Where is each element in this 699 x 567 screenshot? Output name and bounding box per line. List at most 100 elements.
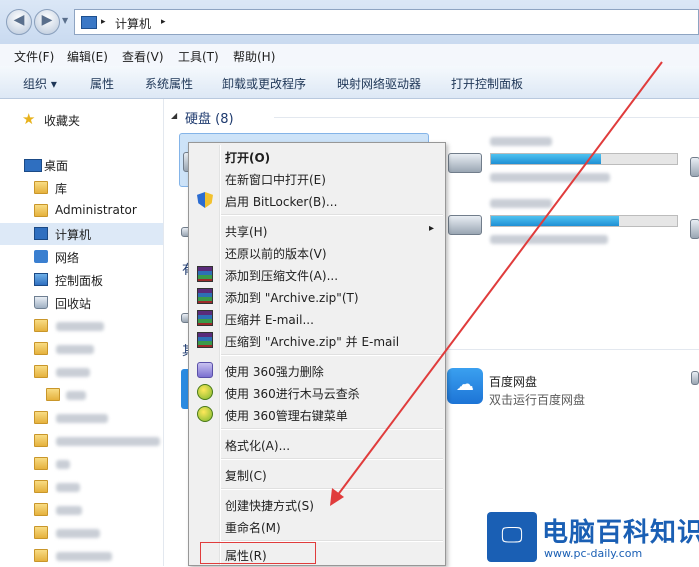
menu-add-archive[interactable]: 添加到压缩文件(A)...	[191, 263, 443, 285]
menu-360-delete[interactable]: 使用 360强力删除	[191, 359, 443, 381]
menu-format[interactable]: 格式化(A)...	[191, 433, 443, 455]
menu-restore-previous[interactable]: 还原以前的版本(V)	[191, 241, 443, 263]
uninstall-program-button[interactable]: 卸载或更改程序	[222, 75, 306, 92]
open-control-panel-button[interactable]: 打开控制面板	[451, 75, 523, 92]
menu-copy[interactable]: 复制(C)	[191, 463, 443, 485]
nav-administrator[interactable]: Administrator	[0, 200, 163, 222]
properties-button[interactable]: 属性	[90, 75, 114, 92]
map-network-drive-button[interactable]: 映射网络驱动器	[337, 75, 421, 92]
folder-icon	[34, 365, 48, 378]
menu-bitlocker-label: 启用 BitLocker(B)...	[225, 195, 338, 209]
recent-pages-icon[interactable]: ▼	[62, 16, 68, 25]
menu-360-scan[interactable]: 使用 360进行木马云查杀	[191, 381, 443, 403]
back-button[interactable]: ◀	[6, 9, 32, 35]
nav-folder-item[interactable]	[0, 430, 163, 452]
menu-rename[interactable]: 重命名(M)	[191, 515, 443, 537]
menu-format-label: 格式化(A)...	[225, 439, 291, 453]
address-bar-area: ◀ ▶ ▼ ▸ 计算机 ▸	[0, 0, 699, 44]
nav-library[interactable]: 库	[0, 177, 163, 199]
360-shredder-icon	[197, 362, 213, 378]
menu-360-scan-label: 使用 360进行木马云查杀	[225, 387, 360, 401]
system-properties-button[interactable]: 系统属性	[145, 75, 193, 92]
watermark-logo: 🖵 电脑百科知识 www.pc-daily.com	[487, 508, 699, 566]
blurred-label	[56, 437, 160, 446]
nav-control-panel[interactable]: 控制面板	[0, 269, 163, 291]
section-divider	[444, 349, 699, 350]
organize-button[interactable]: 组织 ▾	[23, 75, 57, 92]
nav-folder-item[interactable]	[0, 545, 163, 567]
menu-rename-label: 重命名(M)	[225, 521, 281, 535]
nav-folder-item[interactable]	[0, 522, 163, 544]
menu-create-shortcut[interactable]: 创建快捷方式(S)	[191, 493, 443, 515]
collapse-icon[interactable]: ◢	[171, 111, 177, 120]
nav-folder-item[interactable]	[0, 476, 163, 498]
nav-folder-item[interactable]	[0, 407, 163, 429]
folder-icon	[46, 388, 60, 401]
winrar-icon	[197, 266, 213, 282]
drive-usage-bar	[490, 153, 678, 165]
menu-360-manage[interactable]: 使用 360管理右键菜单	[191, 403, 443, 425]
submenu-arrow-icon: ▸	[429, 223, 435, 234]
folder-icon	[34, 342, 48, 355]
nav-recycle-bin[interactable]: 回收站	[0, 292, 163, 314]
menu-edit[interactable]: 编辑(E)	[67, 48, 108, 65]
baidu-cloud-icon: ☁	[447, 368, 483, 404]
nav-folder-item[interactable]	[0, 453, 163, 475]
baidu-title: 百度网盘	[489, 375, 538, 389]
menu-view[interactable]: 查看(V)	[122, 48, 164, 65]
nav-computer[interactable]: 计算机	[0, 223, 163, 245]
hard-disks-header[interactable]: 硬盘 (8)	[185, 108, 234, 127]
menu-share[interactable]: 共享(H) ▸	[191, 219, 443, 241]
menu-compress-email[interactable]: 压缩并 E-mail...	[191, 307, 443, 329]
computer-icon	[81, 16, 97, 29]
menu-bar: 文件(F) 编辑(E) 查看(V) 工具(T) 帮助(H)	[0, 44, 699, 67]
drive-tile[interactable]	[446, 133, 686, 187]
drive-icon-partial	[690, 157, 699, 177]
nav-network[interactable]: 网络	[0, 246, 163, 268]
drive-icon-partial	[690, 219, 699, 239]
menu-help[interactable]: 帮助(H)	[233, 48, 275, 65]
nav-folder-item[interactable]	[0, 338, 163, 360]
menu-add-zip[interactable]: 添加到 "Archive.zip"(T)	[191, 285, 443, 307]
nav-favorites-label: 收藏夹	[44, 114, 81, 128]
menu-open[interactable]: 打开(O)	[191, 145, 443, 167]
forward-button[interactable]: ▶	[34, 9, 60, 35]
nav-desktop[interactable]: 桌面	[0, 154, 163, 176]
computer-icon	[34, 227, 48, 240]
address-input[interactable]: ▸ 计算机 ▸	[74, 9, 699, 35]
breadcrumb-computer[interactable]: 计算机	[115, 15, 151, 32]
menu-share-label: 共享(H)	[225, 225, 268, 239]
desktop-icon	[24, 159, 42, 172]
nav-folder-item[interactable]	[0, 315, 163, 337]
drive-tile[interactable]	[446, 195, 686, 249]
breadcrumb-chevron[interactable]: ▸	[161, 17, 166, 27]
recycle-bin-icon	[34, 296, 48, 309]
menu-add-zip-label: 添加到 "Archive.zip"(T)	[225, 291, 359, 305]
folder-icon	[34, 549, 48, 562]
back-arrow-icon: ◀	[13, 12, 25, 28]
blurred-label	[56, 460, 70, 469]
menu-separator	[221, 214, 443, 216]
menu-separator	[221, 428, 443, 430]
nav-folder-item[interactable]	[0, 499, 163, 521]
nav-folder-item[interactable]	[0, 384, 163, 406]
blurred-label	[56, 529, 100, 538]
menu-file[interactable]: 文件(F)	[14, 48, 54, 65]
nav-folder-item[interactable]	[0, 361, 163, 383]
winrar-icon	[197, 332, 213, 348]
folder-icon	[34, 457, 48, 470]
highlight-box	[200, 542, 316, 564]
watermark-title: 电脑百科知识	[542, 518, 699, 548]
menu-compress-zip-email[interactable]: 压缩到 "Archive.zip" 并 E-mail	[191, 329, 443, 351]
drive-icon	[448, 215, 482, 235]
menu-bitlocker[interactable]: 启用 BitLocker(B)...	[191, 189, 443, 211]
breadcrumb-separator[interactable]: ▸	[101, 17, 106, 27]
menu-open-new-window[interactable]: 在新窗口中打开(E)	[191, 167, 443, 189]
menu-separator	[221, 488, 443, 490]
nav-favorites[interactable]: ★ 收藏夹	[0, 109, 163, 131]
menu-open-label: 打开(O)	[225, 151, 271, 165]
menu-tools[interactable]: 工具(T)	[178, 48, 219, 65]
menu-360-delete-label: 使用 360强力删除	[225, 365, 324, 379]
folder-icon	[34, 319, 48, 332]
blurred-label	[56, 368, 90, 377]
